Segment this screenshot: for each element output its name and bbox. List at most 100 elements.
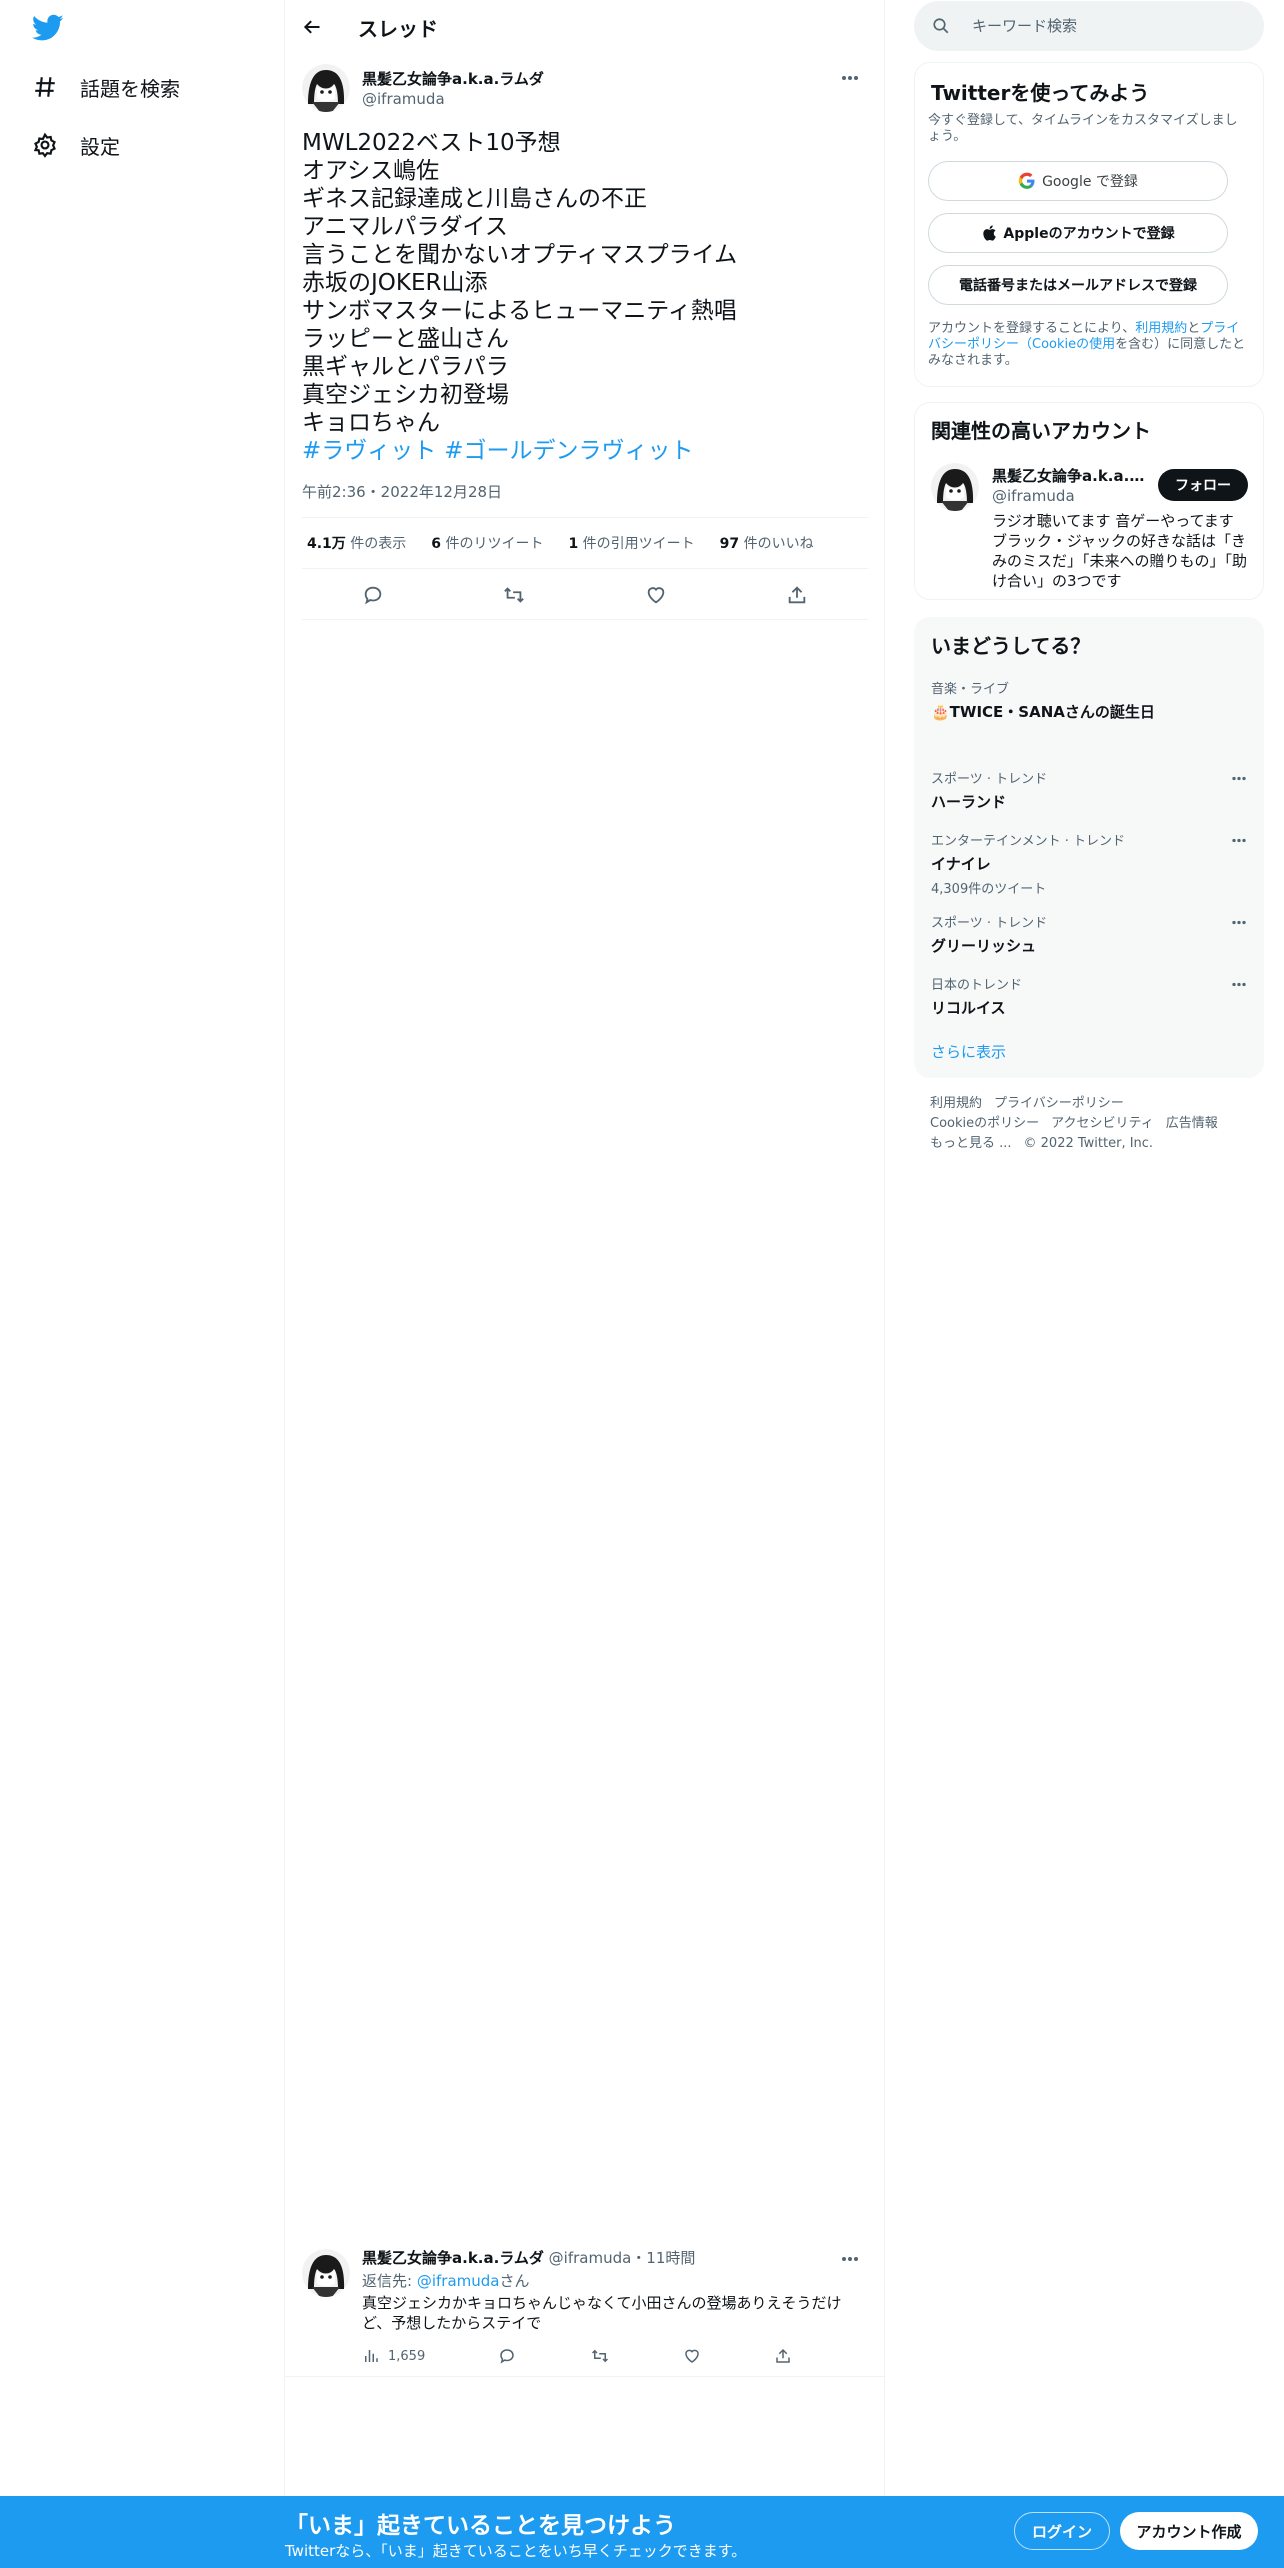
author-handle[interactable]: @iframuda xyxy=(362,90,445,108)
search-icon xyxy=(932,17,950,35)
trend-item[interactable]: 音楽・ライブ 🎂TWICE・SANAさんの誕生日 xyxy=(931,678,1251,722)
reply-to-suffix: さん xyxy=(499,2272,530,2290)
create-account-button[interactable]: アカウント作成 xyxy=(1120,2512,1258,2550)
views-button[interactable]: 1,659 xyxy=(362,2347,425,2365)
apple-signup-button[interactable]: Appleのアカウントで登録 xyxy=(928,213,1228,253)
reply-text: 真空ジェシカかキョロちゃんじゃなくて小田さんの登場ありえそうだけど、予想したから… xyxy=(362,2294,842,2332)
trend-count: 4,309件のツイート xyxy=(931,882,1047,897)
more-options-icon[interactable] xyxy=(1227,830,1251,850)
tweet-line: ラッピーと盛山さん xyxy=(302,326,509,352)
footer-link[interactable]: Cookieのポリシー xyxy=(930,1116,1039,1131)
more-options-icon[interactable] xyxy=(1227,974,1251,994)
more-options-icon[interactable] xyxy=(835,68,865,88)
trend-item[interactable]: スポーツ · トレンド グリーリッシュ xyxy=(931,912,1251,956)
tweet-timestamp[interactable]: 午前2:36・2022年12月28日 xyxy=(302,481,502,502)
tweet-text: MWL2022ベスト10予想 オアシス嶋佐 ギネス記録達成と川島さんの不正 アニ… xyxy=(302,129,862,465)
related-name[interactable]: 黒髪乙女論争a.k.a.ラムダ xyxy=(992,465,1152,486)
likes-stat[interactable]: 97 件のいいね xyxy=(715,533,814,553)
nav-item-label: 設定 xyxy=(80,134,120,159)
search-input[interactable] xyxy=(972,17,1232,35)
tweet-line: アニマルパラダイス xyxy=(302,214,508,240)
tweet-line: キョロちゃん xyxy=(302,410,440,436)
views-label: 件の表示 xyxy=(350,536,407,552)
retweet-icon[interactable] xyxy=(590,2347,610,2365)
tweet-stats: 4.1万 件の表示 6 件のリツイート 1 件の引用ツイート 97 件のいいね xyxy=(302,517,868,569)
reply-actions: 1,659 xyxy=(362,2343,792,2369)
share-icon[interactable] xyxy=(774,2347,792,2365)
reply-icon[interactable] xyxy=(498,2347,516,2365)
related-handle[interactable]: @iframuda xyxy=(992,487,1075,505)
footer-link[interactable]: 広告情報 xyxy=(1166,1116,1218,1131)
trend-item[interactable]: 日本のトレンド リコルイス xyxy=(931,974,1251,1018)
footer-link[interactable]: もっと見る ... xyxy=(930,1136,1012,1151)
like-icon[interactable] xyxy=(683,2347,701,2365)
more-options-icon[interactable] xyxy=(1227,912,1251,932)
hashtag-icon xyxy=(32,74,58,100)
banner-title: 「いま」起きていることを見つけよう xyxy=(285,2513,676,2539)
reply-author-name[interactable]: 黒髪乙女論争a.k.a.ラムダ xyxy=(362,2249,544,2267)
trend-category: スポーツ · トレンド xyxy=(931,772,1048,787)
phone-email-signup-button[interactable]: 電話番号またはメールアドレスで登録 xyxy=(928,265,1228,305)
login-button[interactable]: ログイン xyxy=(1014,2512,1110,2550)
tweet-line: ギネス記録達成と川島さんの不正 xyxy=(302,186,647,212)
show-more-link[interactable]: さらに表示 xyxy=(931,1041,1006,1062)
reply-views-count: 1,659 xyxy=(388,2348,426,2364)
footer-link[interactable]: 利用規約 xyxy=(930,1096,982,1111)
like-icon[interactable] xyxy=(636,575,676,615)
related-avatar[interactable] xyxy=(931,463,979,511)
tweet-line: サンボマスターによるヒューマニティ熱唱 xyxy=(302,298,737,324)
footer-link[interactable]: アクセシビリティ xyxy=(1051,1116,1154,1131)
reply-tweet[interactable]: 黒髪乙女論争a.k.a.ラムダ @iframuda・11時間 返信先: @ifr… xyxy=(285,2235,885,2377)
nav-item-settings[interactable]: 設定 xyxy=(32,125,120,165)
related-title: 関連性の高いアカウント xyxy=(931,419,1151,443)
search-bar[interactable] xyxy=(914,1,1264,51)
trends-card: いまどうしてる？ 音楽・ライブ 🎂TWICE・SANAさんの誕生日 スポーツ ·… xyxy=(914,617,1264,1078)
cookie-link[interactable]: （Cookieの使用 xyxy=(1019,337,1115,352)
trend-category: 日本のトレンド xyxy=(931,978,1023,993)
follow-button[interactable]: フォロー xyxy=(1158,469,1248,501)
hashtag-link[interactable]: #ゴールデンラヴィット xyxy=(444,438,693,464)
signup-title: Twitterを使ってみよう xyxy=(931,81,1150,105)
twitter-logo-icon[interactable] xyxy=(32,14,64,42)
likes-count: 97 xyxy=(719,536,740,552)
signup-legal-text: アカウントを登録することにより、利用規約とプライバシーポリシー（Cookieの使… xyxy=(928,321,1250,369)
signup-banner: 「いま」起きていることを見つけよう Twitterなら、「いま」起きていることを… xyxy=(0,2496,1284,2568)
google-signup-button[interactable]: Google で登録 xyxy=(928,161,1228,201)
trend-category: エンターテインメント · トレンド xyxy=(931,834,1126,849)
hashtag-link[interactable]: #ラヴィット xyxy=(302,438,436,464)
trend-item[interactable]: スポーツ · トレンド ハーランド xyxy=(931,768,1251,812)
reply-to: 返信先: @iframudaさん xyxy=(362,2270,529,2291)
trend-name: ハーランド xyxy=(931,793,1007,811)
terms-link[interactable]: 利用規約 xyxy=(1135,321,1187,336)
footer-link[interactable]: プライバシーポリシー xyxy=(994,1096,1124,1111)
retweet-icon[interactable] xyxy=(494,575,534,615)
trend-item[interactable]: エンターテインメント · トレンド イナイレ 4,309件のツイート xyxy=(931,830,1251,897)
more-options-icon[interactable] xyxy=(835,2249,865,2269)
signup-card: Twitterを使ってみよう 今すぐ登録して、タイムラインをカスタマイズしましょ… xyxy=(914,62,1264,387)
share-icon[interactable] xyxy=(777,575,817,615)
trend-name: 🎂TWICE・SANAさんの誕生日 xyxy=(931,703,1155,721)
reply-to-prefix: 返信先: xyxy=(362,2272,417,2290)
retweets-count: 6 xyxy=(431,536,442,552)
quotes-stat[interactable]: 1 件の引用ツイート xyxy=(563,533,694,553)
google-signup-label: Google で登録 xyxy=(1042,174,1138,190)
views-stat[interactable]: 4.1万 件の表示 xyxy=(302,533,406,553)
back-arrow-icon[interactable] xyxy=(295,12,329,42)
reply-to-handle[interactable]: @iframuda xyxy=(417,2272,500,2290)
more-options-icon[interactable] xyxy=(1227,768,1251,788)
reply-avatar[interactable] xyxy=(302,2249,350,2297)
tweet-actions xyxy=(302,570,868,620)
author-name[interactable]: 黒髪乙女論争a.k.a.ラムダ xyxy=(362,68,544,89)
reply-icon[interactable] xyxy=(353,575,393,615)
apple-signup-label: Appleのアカウントで登録 xyxy=(1003,226,1175,242)
retweets-stat[interactable]: 6 件のリツイート xyxy=(426,533,543,553)
phone-email-signup-label: 電話番号またはメールアドレスで登録 xyxy=(959,278,1197,294)
google-icon xyxy=(1018,172,1036,190)
main-column: スレッド 黒髪乙女論争a.k.a.ラムダ @iframuda MWL2022ベス… xyxy=(285,0,885,2568)
reply-meta[interactable]: @iframuda・11時間 xyxy=(549,2249,696,2267)
tweet-line: オアシス嶋佐 xyxy=(302,158,440,184)
views-count: 4.1万 xyxy=(307,536,346,552)
retweets-label: 件のリツイート xyxy=(445,536,544,552)
author-avatar[interactable] xyxy=(302,64,350,112)
nav-item-explore[interactable]: 話題を検索 xyxy=(32,67,180,107)
